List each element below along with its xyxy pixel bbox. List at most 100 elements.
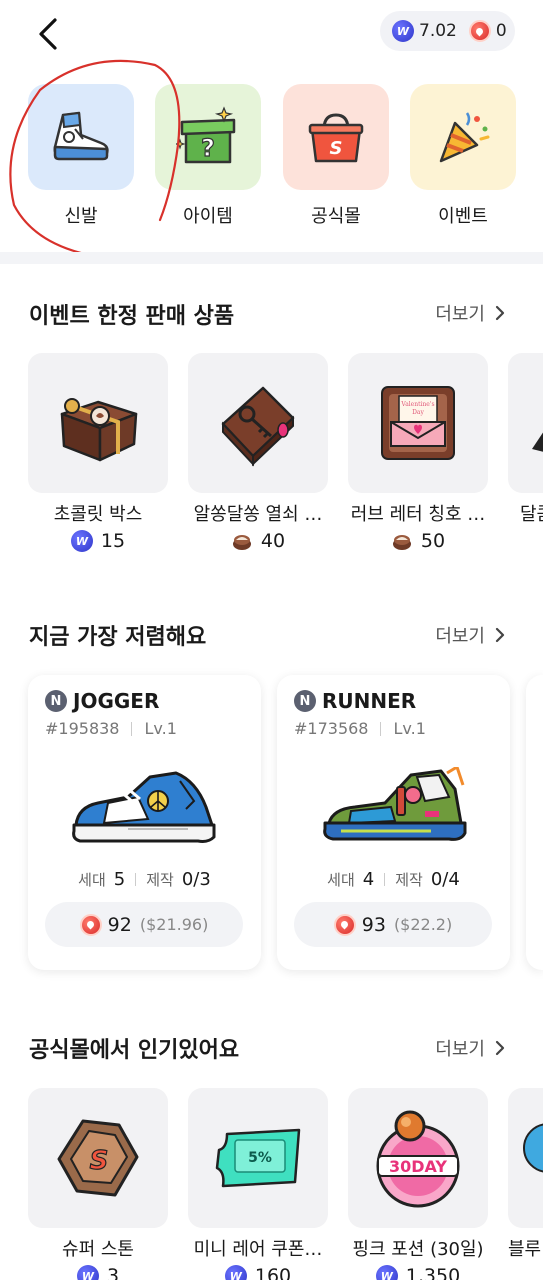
shoe-card-jogger[interactable]: N JOGGER #195838 Lv.1 세대 5 제작 0/3 92 ($2… xyxy=(28,675,261,970)
category-tile: S xyxy=(283,84,389,190)
back-arrow-icon xyxy=(39,18,57,50)
w-coin-icon: W xyxy=(224,1265,247,1280)
top-bar: W 7.02 0 xyxy=(0,0,543,70)
chocolate-coin-icon xyxy=(232,535,251,550)
shoe-level: Lv.1 xyxy=(144,719,177,738)
svg-text:S: S xyxy=(90,1146,109,1176)
product-card-partial[interactable]: 블루 xyxy=(508,1088,543,1280)
product-price-value: 160 xyxy=(254,1265,292,1280)
product-card-pink-potion[interactable]: 30DAY 핑크 포션 (30일) W 1,350 xyxy=(348,1088,488,1280)
shoe-price-usd: ($22.2) xyxy=(393,915,453,934)
product-name: 슈퍼 스톤 xyxy=(62,1239,134,1260)
shoe-id: #195838 xyxy=(45,719,120,738)
red-coin-icon xyxy=(468,20,491,42)
category-tile: ? xyxy=(155,84,261,190)
red-coin-balance: 0 xyxy=(495,21,507,41)
shoe-price-pill: 92 ($21.96) xyxy=(45,902,243,947)
craft-value: 0/4 xyxy=(430,869,460,890)
product-name: 초콜릿 박스 xyxy=(53,504,143,525)
category-label: 이벤트 xyxy=(438,206,488,227)
chocolate-box-icon xyxy=(60,398,138,462)
more-link-event[interactable]: 더보기 xyxy=(435,300,505,326)
shoe-meta: #195838 Lv.1 xyxy=(45,719,177,738)
generation-value: 5 xyxy=(113,869,126,890)
generation-value: 4 xyxy=(362,869,375,890)
potion-label-text: 30DAY xyxy=(389,1157,447,1176)
product-price-value: 40 xyxy=(260,530,286,552)
w-coin-icon: W xyxy=(375,1265,398,1280)
category-label: 아이템 xyxy=(183,206,233,227)
product-card-mystery-key[interactable]: 알쏭달쏭 열쇠 … 40 xyxy=(188,353,328,553)
rarity-badge: N xyxy=(294,690,316,712)
category-event[interactable]: 이벤트 xyxy=(410,84,516,229)
product-image: S xyxy=(28,1088,168,1228)
shoe-type: RUNNER xyxy=(322,689,417,713)
craft-label: 제작 xyxy=(395,871,423,889)
category-label: 공식몰 xyxy=(311,206,361,227)
product-art-partial xyxy=(532,432,543,452)
product-card-chocolate-box[interactable]: 초콜릿 박스 W 15 xyxy=(28,353,168,553)
product-image: 5% xyxy=(188,1088,328,1228)
shoe-id: #173568 xyxy=(294,719,369,738)
category-items[interactable]: ? 아이템 xyxy=(155,84,261,229)
balance-pill[interactable]: W 7.02 0 xyxy=(380,11,515,51)
product-name: 블루 xyxy=(508,1239,542,1260)
product-image xyxy=(508,353,543,493)
product-name: 달콤 xyxy=(520,504,543,525)
svg-text:?: ? xyxy=(201,134,215,162)
product-name: 알쏭달쏭 열쇠 … xyxy=(193,504,323,525)
red-coin-icon xyxy=(79,913,102,936)
red-coin-icon xyxy=(333,913,356,936)
shoe-header: N RUNNER xyxy=(294,689,416,713)
product-card-super-stone[interactable]: S 슈퍼 스톤 W 3 xyxy=(28,1088,168,1280)
stats-separator xyxy=(384,873,386,886)
svg-text:Valentine's: Valentine's xyxy=(400,401,434,408)
product-price-value: 50 xyxy=(420,530,446,552)
chevron-right-icon xyxy=(495,1040,505,1056)
product-price: W 15 xyxy=(28,530,168,552)
category-official-mall[interactable]: S 공식몰 xyxy=(283,84,389,229)
craft-value: 0/3 xyxy=(181,869,211,890)
product-name: 핑크 포션 (30일) xyxy=(352,1239,484,1260)
svg-text:Day: Day xyxy=(412,409,424,416)
category-row: 신발 ? 아이템 S 공식몰 이벤트 xyxy=(0,84,543,234)
product-price: 40 xyxy=(188,530,328,552)
shoe-card-runner[interactable]: N RUNNER #173568 Lv.1 세대 4 제작 0/4 93 ($2… xyxy=(277,675,510,970)
more-link-cheapest[interactable]: 더보기 xyxy=(435,622,505,648)
product-name: 러브 레터 칭호 … xyxy=(350,504,486,525)
shoe-type: JOGGER xyxy=(73,689,160,713)
sneaker-icon xyxy=(53,111,109,161)
product-card-partial[interactable]: 달콤 xyxy=(508,353,543,553)
product-image: Valentine's Day xyxy=(348,353,488,493)
product-image xyxy=(28,353,168,493)
category-shoes[interactable]: 신발 xyxy=(28,84,134,229)
w-coin-icon: W xyxy=(392,20,414,42)
product-name: 미니 레어 쿠폰… xyxy=(193,1239,323,1260)
w-coin-icon: W xyxy=(70,530,93,552)
runner-sneaker-image xyxy=(323,767,467,841)
product-art-partial xyxy=(523,1123,543,1173)
product-image: 30DAY xyxy=(348,1088,488,1228)
svg-text:S: S xyxy=(330,138,343,159)
coupon-ticket-icon: 5% xyxy=(215,1128,301,1188)
product-price-value: 1,350 xyxy=(405,1265,461,1280)
more-link-label: 더보기 xyxy=(435,626,485,647)
love-letter-icon: Valentine's Day xyxy=(381,386,455,460)
product-card-love-letter[interactable]: Valentine's Day 러브 레터 칭호 … 50 xyxy=(348,353,488,553)
product-card-mini-rare-coupon[interactable]: 5% 미니 레어 쿠폰… W 160 xyxy=(188,1088,328,1280)
craft-label: 제작 xyxy=(146,871,174,889)
chocolate-coin-icon xyxy=(392,535,411,550)
super-stone-icon: S xyxy=(57,1119,139,1197)
rarity-badge: N xyxy=(45,690,67,712)
shoe-meta: #173568 Lv.1 xyxy=(294,719,426,738)
more-link-popular[interactable]: 더보기 xyxy=(435,1035,505,1061)
stats-separator xyxy=(135,873,137,886)
chevron-right-icon xyxy=(495,627,505,643)
shoe-card-partial[interactable] xyxy=(526,675,543,970)
pink-potion-icon: 30DAY xyxy=(376,1110,460,1208)
product-image xyxy=(508,1088,543,1228)
section-divider xyxy=(0,252,543,264)
category-label: 신발 xyxy=(64,206,98,227)
back-button[interactable] xyxy=(30,14,66,54)
product-price: W 3 xyxy=(28,1265,168,1280)
